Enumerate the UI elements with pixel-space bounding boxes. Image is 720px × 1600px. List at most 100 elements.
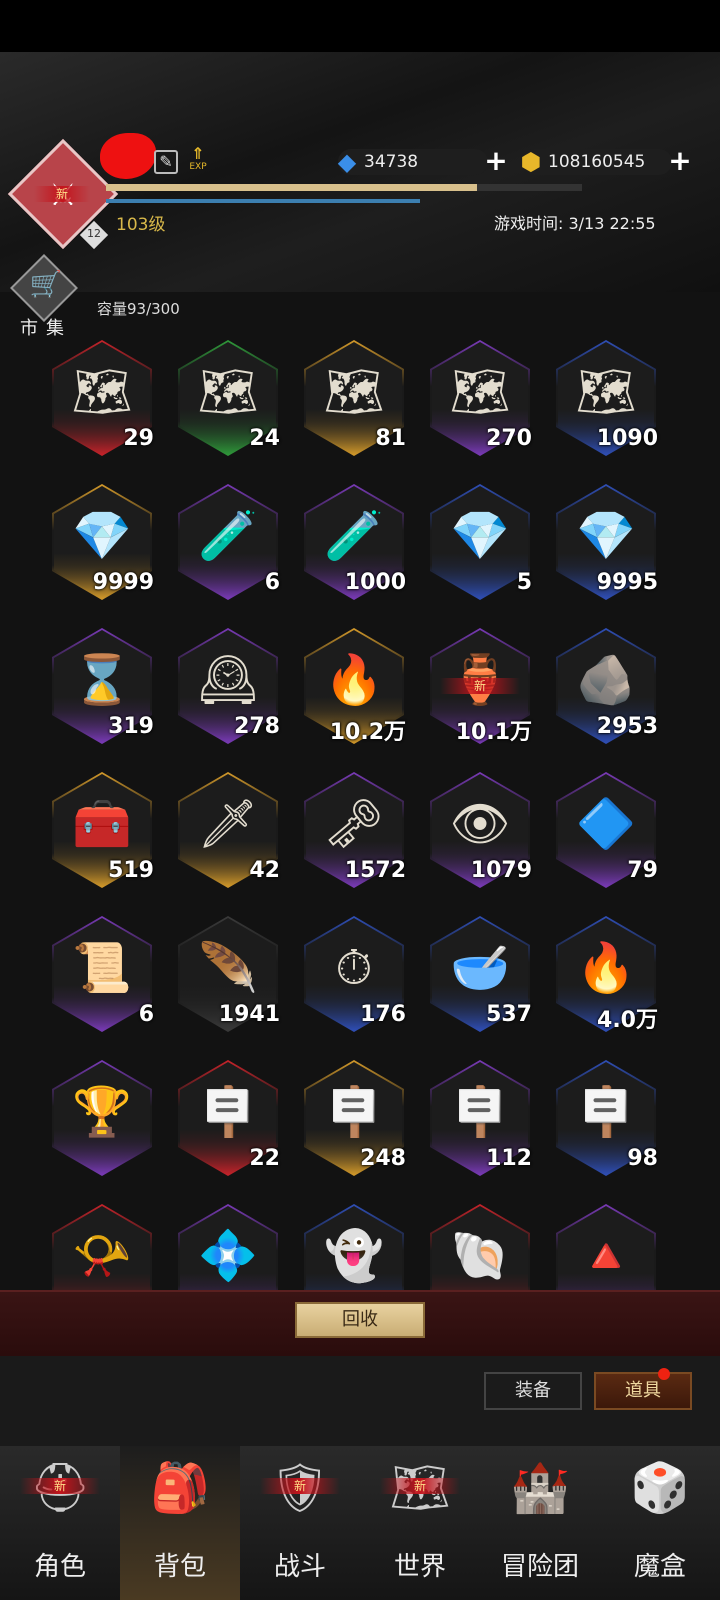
item-count: 5 [516, 570, 532, 595]
exp-label: EXP [189, 162, 207, 172]
add-gold-button[interactable]: + [668, 147, 692, 175]
inventory-item[interactable]: 🥣 537 [430, 916, 532, 1036]
inventory-item[interactable]: 🪶 1941 [178, 916, 280, 1036]
edit-icon[interactable]: ✎ [154, 150, 178, 174]
spirit-icon: 👻 [324, 1228, 384, 1284]
test-tube-icon: 🧪 [198, 508, 258, 564]
treasure-map-icon: 🗺 [71, 364, 133, 420]
item-count: 24 [249, 426, 280, 451]
inventory-item[interactable]: 💎 5 [430, 484, 532, 604]
market-button[interactable]: 🛒 市集 [10, 254, 84, 339]
add-gems-button[interactable]: + [484, 147, 508, 175]
inventory-item[interactable]: 🗝 1572 [304, 772, 406, 892]
inventory-item[interactable]: ⏱ 176 [304, 916, 406, 1036]
gold-coin-icon: ⬢ [520, 148, 542, 176]
level-badge: 12 [87, 227, 101, 240]
inventory-item[interactable]: 🔷 79 [556, 772, 658, 892]
treasure-map-icon: 🗺 [449, 364, 511, 420]
game-time: 游戏时间: 3/13 22:55 [494, 214, 656, 233]
recycle-button[interactable]: 回收 [295, 1302, 425, 1338]
flame-icon: 🔥 [324, 652, 384, 708]
castle-icon: 🏰 [510, 1460, 570, 1516]
inventory-item[interactable]: 🔥 10.2万 [304, 628, 406, 748]
inventory-item[interactable]: 👻 [304, 1204, 404, 1290]
torch-icon: 🔥 [576, 940, 636, 996]
tab-items[interactable]: 道具 [594, 1372, 692, 1410]
inventory-item[interactable]: 🗺 29 [52, 340, 154, 460]
inventory-item[interactable]: 🪨 2953 [556, 628, 658, 748]
bowl-icon: 🥣 [450, 940, 510, 996]
item-count: 6 [264, 570, 280, 595]
inventory-item[interactable]: 🔺 [556, 1204, 656, 1290]
new-tag: 新 [260, 1478, 340, 1494]
inventory-item[interactable]: 🪧 98 [556, 1060, 658, 1180]
item-count: 9995 [596, 570, 658, 595]
pyramid-icon: 🔺 [576, 1228, 636, 1284]
nav-helmet[interactable]: ⛑新角色 [0, 1446, 120, 1600]
exp-bar-fill [106, 184, 478, 191]
inventory-item[interactable]: 🧪 6 [178, 484, 280, 604]
nav-map-scroll[interactable]: 🗺新世界 [360, 1446, 480, 1600]
item-count: 519 [108, 858, 154, 883]
item-count: 319 [108, 714, 154, 739]
inventory-item[interactable]: 💎 9995 [556, 484, 658, 604]
backpack-icon: 🎒 [150, 1460, 210, 1516]
nav-label: 魔盒 [633, 1552, 686, 1582]
nav-castle[interactable]: 🏰 冒险团 [480, 1446, 600, 1600]
inventory-item[interactable]: 💠 [178, 1204, 278, 1290]
crystal-chest-icon: 💎 [450, 508, 510, 564]
inventory-item[interactable]: 🗺 81 [304, 340, 406, 460]
item-count: 42 [249, 858, 280, 883]
inventory-item[interactable]: 🔥 4.0万 [556, 916, 658, 1036]
nav-label: 背包 [153, 1552, 206, 1582]
blue-gem-icon: ◆ [337, 148, 357, 176]
inventory-item[interactable]: 📜 6 [52, 916, 154, 1036]
nav-shield-sword[interactable]: 🛡新战斗 [240, 1446, 360, 1600]
exp-bar [106, 184, 582, 191]
spiked-shell-icon: 🐚 [450, 1228, 510, 1284]
tab-equipment[interactable]: 装备 [484, 1372, 582, 1410]
exp-icon[interactable]: ⇑ EXP [186, 146, 210, 176]
chalice-icon: 🏆 [72, 1084, 132, 1140]
inventory-item[interactable]: 🧪 1000 [304, 484, 406, 604]
inventory-item[interactable]: 🪧 112 [430, 1060, 532, 1180]
item-count: 1079 [470, 858, 532, 883]
inventory-item[interactable]: 🗺 24 [178, 340, 280, 460]
inventory-item[interactable]: 🪧 22 [178, 1060, 280, 1180]
rune-tablet-icon: 🪧 [198, 1084, 258, 1140]
hourglass-icon: ⌛ [72, 652, 132, 708]
item-count: 537 [486, 1002, 532, 1027]
gold-value: 108160545 [548, 152, 646, 172]
item-count: 9999 [92, 570, 154, 595]
inventory-item[interactable]: 🗺 1090 [556, 340, 658, 460]
crystals-icon: 🔷 [576, 796, 636, 852]
nav-cube[interactable]: 🎲 魔盒 [600, 1446, 720, 1600]
gem-value: 34738 [364, 152, 419, 172]
gem-counter: ◆ 34738 [338, 148, 488, 176]
nav-label: 角色 [33, 1552, 86, 1582]
inventory-item[interactable]: 📯 [52, 1204, 152, 1290]
gem-icon: 💠 [198, 1228, 258, 1284]
rune-tablet-icon: 🪧 [450, 1084, 510, 1140]
inventory-item[interactable]: 🧰 519 [52, 772, 154, 892]
inventory-item[interactable]: 🕰 278 [178, 628, 280, 748]
inventory-item[interactable]: 🏺新10.1万 [430, 628, 532, 748]
item-count: 1941 [218, 1002, 280, 1027]
inventory-item[interactable]: 🐚 [430, 1204, 530, 1290]
nav-backpack[interactable]: 🎒 背包 [120, 1446, 240, 1600]
inventory-item[interactable]: 🪧 248 [304, 1060, 406, 1180]
inventory-item[interactable]: 💎 9999 [52, 484, 154, 604]
inventory-item[interactable]: 🗡 42 [178, 772, 280, 892]
item-count: 79 [627, 858, 658, 883]
horn-icon: 📯 [72, 1228, 132, 1284]
inventory-item[interactable]: 👁 1079 [430, 772, 532, 892]
inventory-item[interactable]: ⌛ 319 [52, 628, 154, 748]
inventory-item[interactable]: 🏆 [52, 1060, 152, 1180]
cart-icon: 🛒 [29, 270, 63, 300]
cube-icon: 🎲 [630, 1460, 690, 1516]
inventory-item[interactable]: 🗺 270 [430, 340, 532, 460]
rock-icon: 🪨 [576, 652, 636, 708]
scroll-icon: 📜 [72, 940, 132, 996]
item-count: 278 [234, 714, 280, 739]
item-count: 10.2万 [329, 720, 406, 745]
